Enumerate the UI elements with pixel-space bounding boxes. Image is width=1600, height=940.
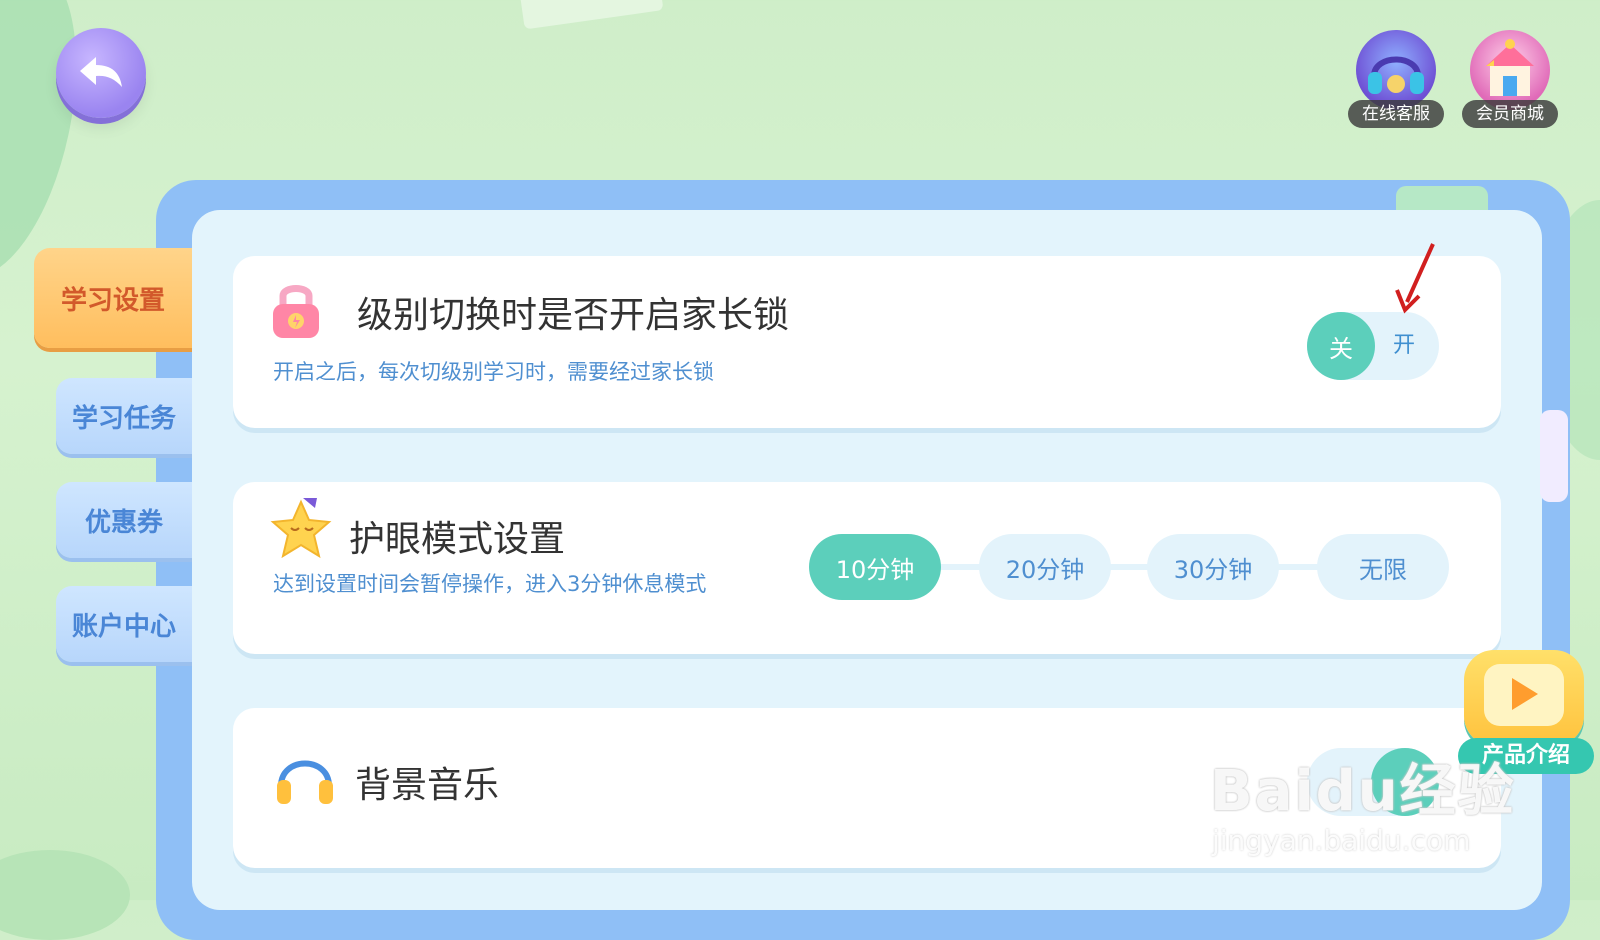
background-blob xyxy=(0,850,130,940)
background-paper xyxy=(516,0,664,30)
timer-option-10min[interactable]: 10分钟 xyxy=(809,534,941,600)
watermark-url: jingyan.baidu.com xyxy=(1212,824,1471,857)
headphones-icon xyxy=(277,760,333,804)
parent-lock-card: 级别切换时是否开启家长锁 开启之后，每次切级别学习时，需要经过家长锁 关 开 xyxy=(233,243,1501,428)
eye-protection-title: 护眼模式设置 xyxy=(349,519,566,560)
tab-account-center[interactable]: 账户中心 xyxy=(56,586,192,662)
timer-option-unlimited[interactable]: 无限 xyxy=(1317,534,1449,600)
back-arrow-icon xyxy=(80,57,122,87)
play-icon xyxy=(1512,678,1538,710)
member-mall-button[interactable]: 会员商城 xyxy=(1462,30,1558,130)
back-button[interactable] xyxy=(56,28,146,118)
customer-service-label: 在线客服 xyxy=(1348,100,1444,128)
toggle-knob: 关 xyxy=(1307,312,1375,380)
background-music-title: 背景音乐 xyxy=(355,765,500,806)
toggle-off-label: 开 xyxy=(1393,333,1416,358)
headset-icon xyxy=(1356,30,1436,110)
parent-lock-description: 开启之后，每次切级别学习时，需要经过家长锁 xyxy=(273,360,714,384)
timer-option-20min[interactable]: 20分钟 xyxy=(979,534,1111,600)
member-mall-label: 会员商城 xyxy=(1462,100,1558,128)
parent-lock-toggle[interactable]: 关 开 xyxy=(1307,312,1439,380)
tab-coupons[interactable]: 优惠券 xyxy=(56,482,192,558)
tab-study-tasks[interactable]: 学习任务 xyxy=(56,378,192,454)
customer-service-button[interactable]: 在线客服 xyxy=(1348,30,1444,130)
shop-icon xyxy=(1470,30,1550,110)
eye-protection-card: 护眼模式设置 达到设置时间会暂停操作，进入3分钟休息模式 10分钟 20分钟 3… xyxy=(233,482,1501,654)
eye-protection-description: 达到设置时间会暂停操作，进入3分钟休息模式 xyxy=(273,572,707,596)
sleepy-star-icon xyxy=(270,498,332,559)
watermark-brand: Baidu经验 xyxy=(1210,759,1516,824)
timer-option-30min[interactable]: 30分钟 xyxy=(1147,534,1279,600)
red-arrow-annotation xyxy=(1395,243,1435,314)
parent-lock-title: 级别切换时是否开启家长锁 xyxy=(357,295,790,336)
frame-side-handle xyxy=(1540,410,1568,502)
lock-icon xyxy=(273,285,319,338)
tab-study-settings[interactable]: 学习设置 xyxy=(34,248,192,348)
